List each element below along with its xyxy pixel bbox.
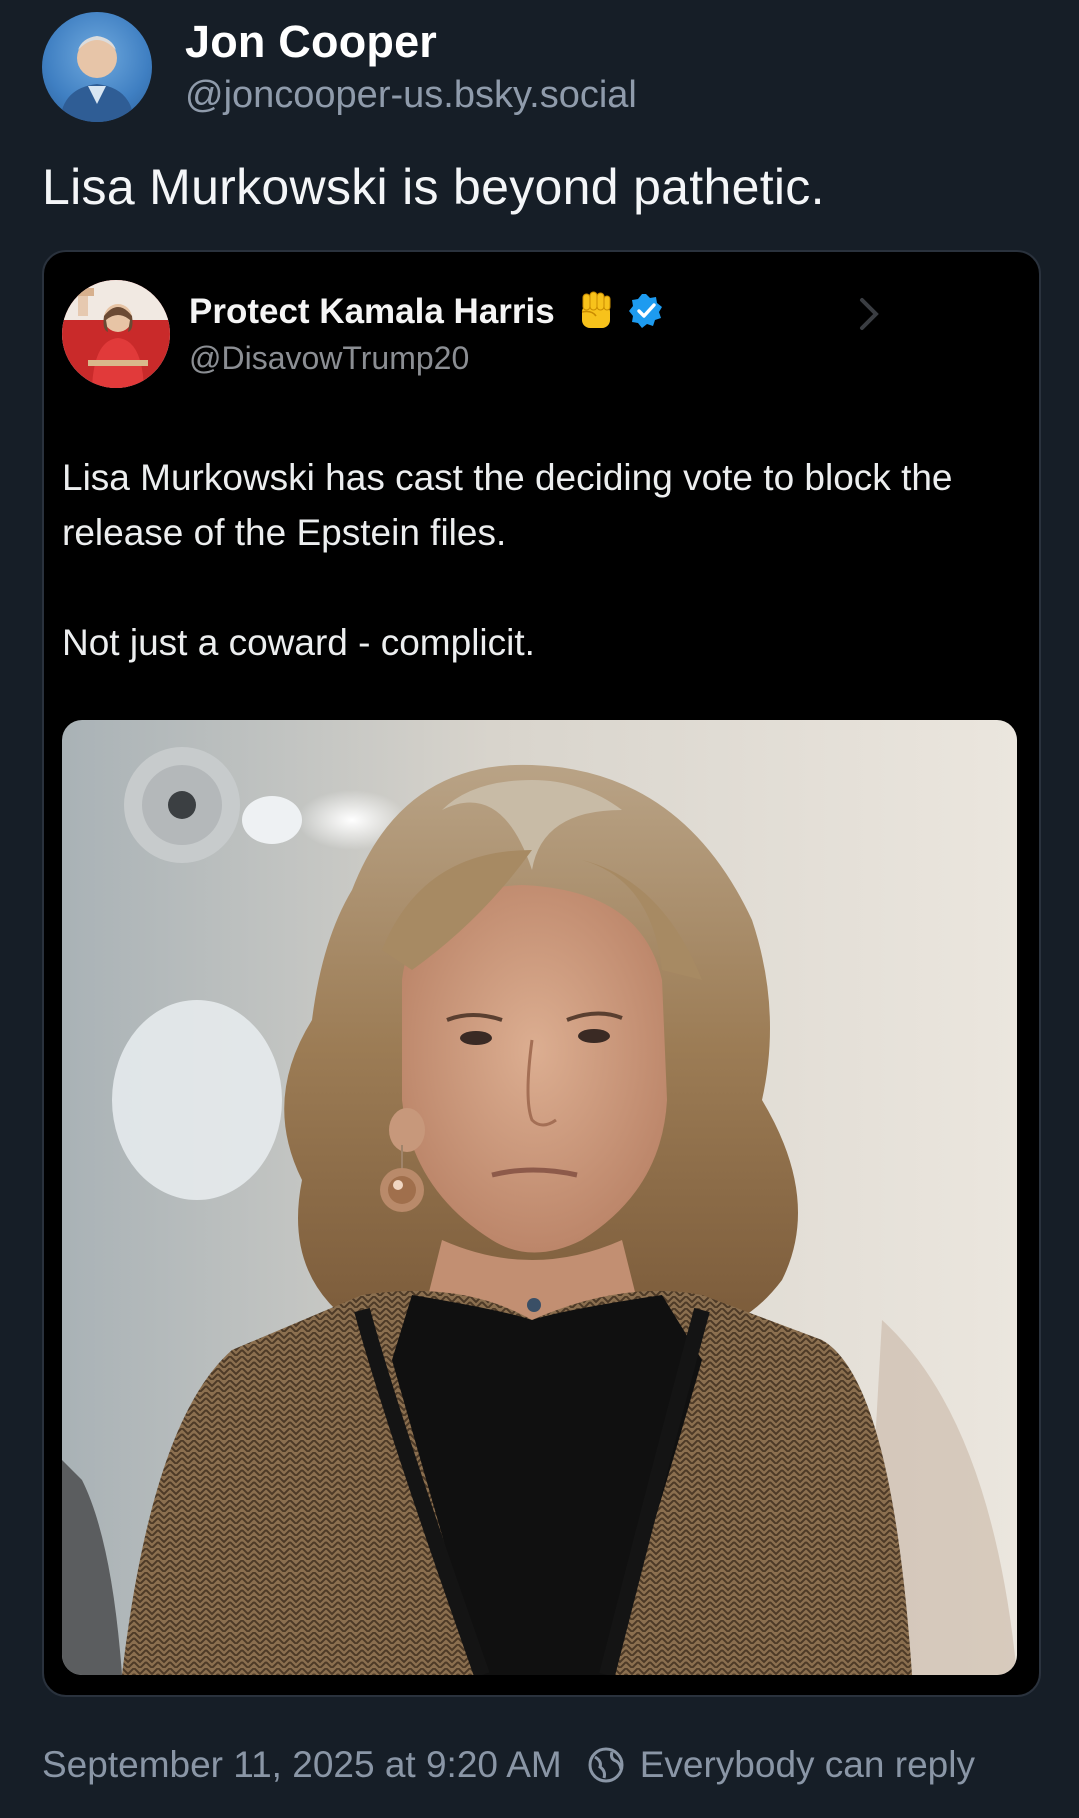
embed-tweet-text: Lisa Murkowski has cast the deciding vot… bbox=[62, 450, 1022, 670]
post-timestamp[interactable]: September 11, 2025 at 9:20 AM bbox=[42, 1744, 562, 1786]
author-avatar[interactable] bbox=[42, 12, 152, 122]
embed-photo bbox=[62, 720, 1017, 1675]
embedded-image[interactable]: Protect Kamala Harris @DisavowTrump20 Li… bbox=[42, 250, 1041, 1697]
embed-author-name: Protect Kamala Harris bbox=[189, 292, 555, 331]
embed-author-handle: @DisavowTrump20 bbox=[189, 340, 470, 376]
reply-setting-label: Everybody can reply bbox=[639, 1744, 975, 1785]
embed-text-paragraph: Lisa Murkowski has cast the deciding vot… bbox=[62, 457, 953, 553]
embed-author-avatar bbox=[62, 280, 170, 388]
post: Jon Cooper @joncooper-us.bsky.social Lis… bbox=[0, 0, 1079, 1818]
post-text: Lisa Murkowski is beyond pathetic. bbox=[42, 159, 825, 215]
author-handle[interactable]: @joncooper-us.bsky.social bbox=[185, 74, 637, 117]
globe-reply-icon bbox=[588, 1747, 624, 1783]
person-photo-icon bbox=[60, 36, 134, 122]
author-name[interactable]: Jon Cooper bbox=[185, 16, 437, 68]
person-photo-icon bbox=[62, 280, 170, 388]
woman-portrait-photo bbox=[62, 720, 1017, 1675]
raised-fist-icon bbox=[581, 291, 611, 328]
post-footer: September 11, 2025 at 9:20 AM Everybody … bbox=[42, 1740, 975, 1790]
verified-badge-icon bbox=[629, 294, 662, 328]
chevron-right-icon bbox=[860, 298, 879, 330]
embed-text-paragraph: Not just a coward - complicit. bbox=[62, 622, 535, 663]
